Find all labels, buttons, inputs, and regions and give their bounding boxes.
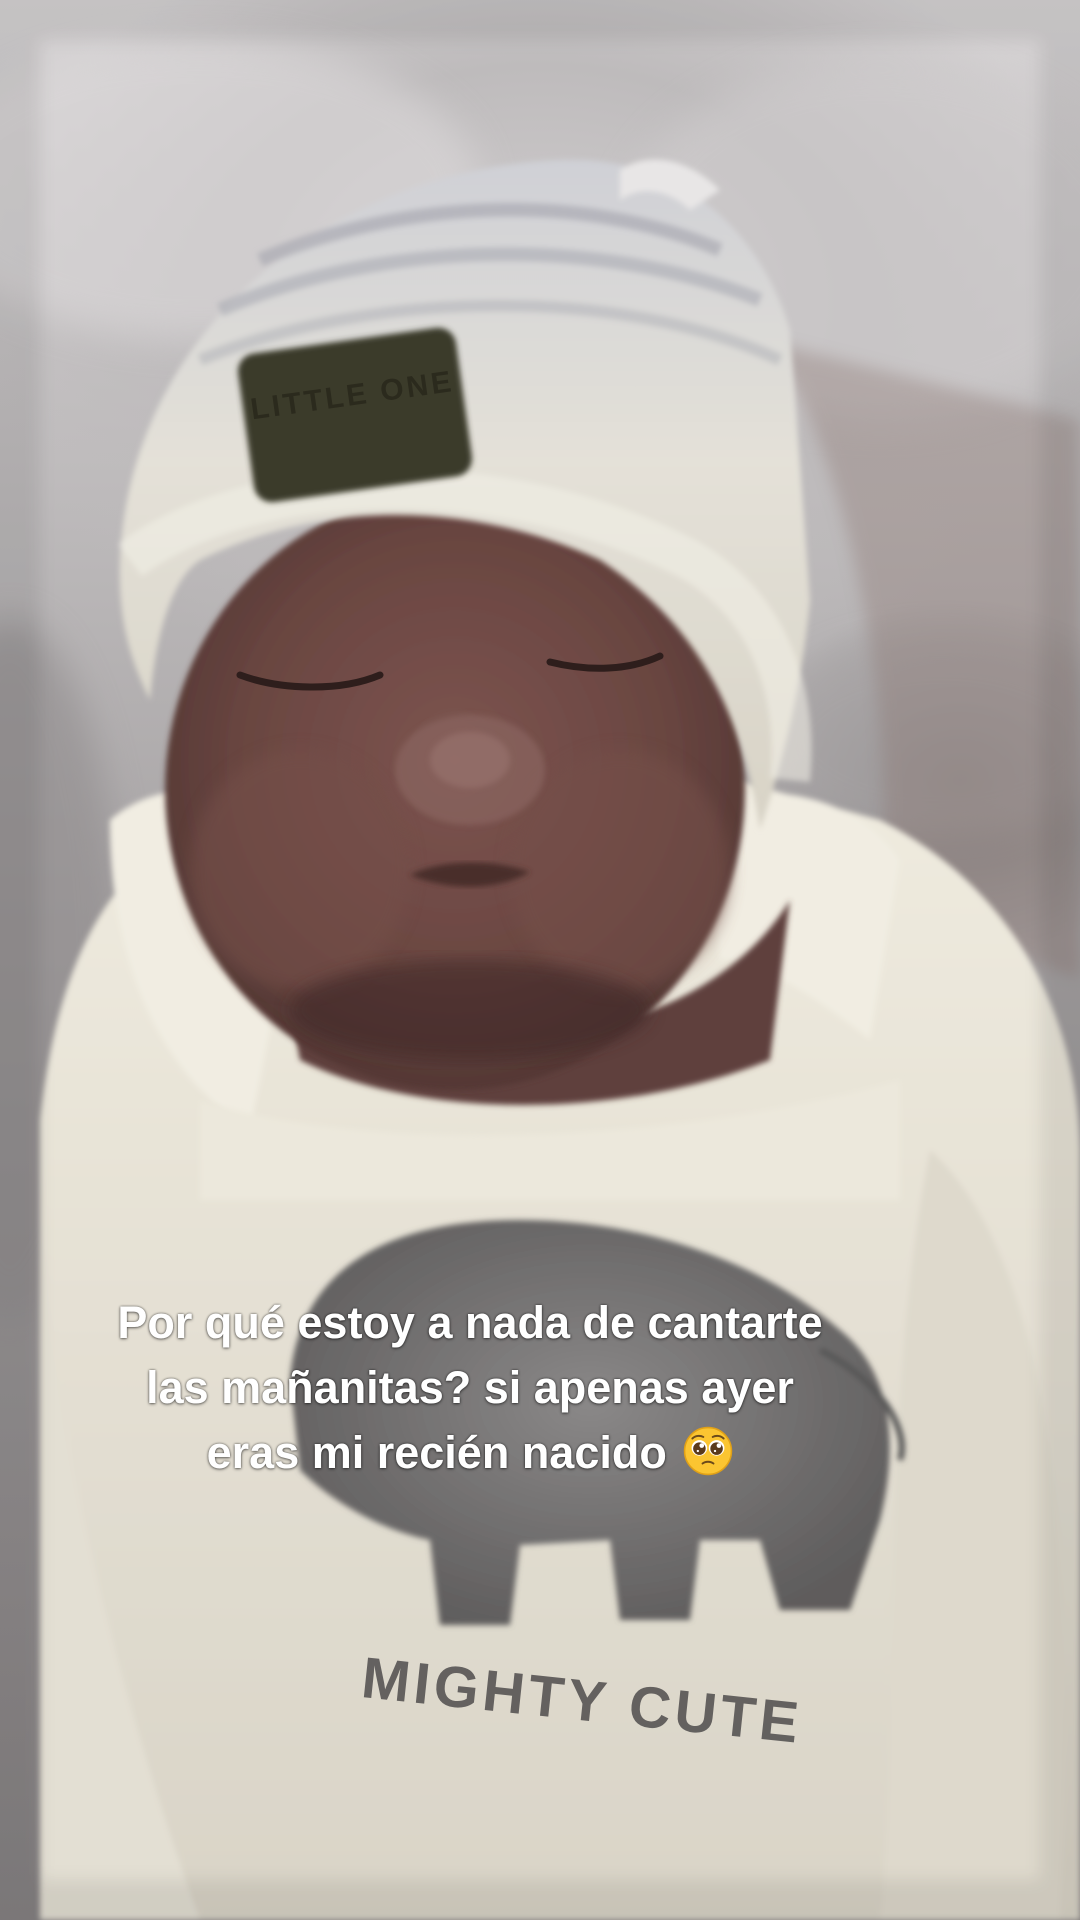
baby-photo: MIGHTY CUTE LITTLE ONE	[0, 0, 1080, 1920]
video-frame: MIGHTY CUTE LITTLE ONE Por qué estoy a n…	[0, 0, 1080, 1920]
hat-patch: LITTLE ONE	[237, 327, 473, 503]
caption-text: Por qué estoy a nada de cantarte las mañ…	[110, 1290, 830, 1485]
pleading-face-icon	[684, 1426, 733, 1476]
caption-overlay: Por qué estoy a nada de cantarte las mañ…	[110, 1290, 830, 1485]
